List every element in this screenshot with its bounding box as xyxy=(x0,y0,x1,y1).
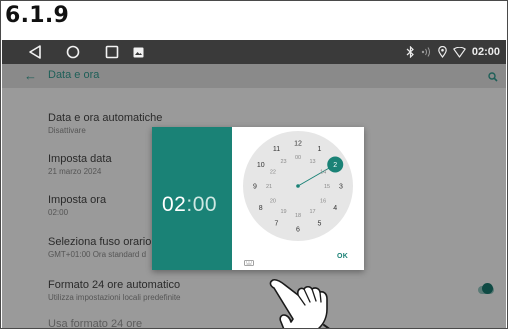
pointing-hand-icon xyxy=(269,278,330,328)
setting-summary: 21 marzo 2024 xyxy=(48,167,102,176)
bluetooth-icon xyxy=(406,46,415,58)
keyboard-icon[interactable] xyxy=(244,253,254,271)
auto-24h-toggle-knob[interactable] xyxy=(482,283,493,294)
hour-inner-20[interactable]: 20 xyxy=(270,198,276,204)
recents-square-icon[interactable] xyxy=(105,43,119,61)
setting-title: Seleziona fuso orario xyxy=(48,236,152,248)
device-screen: 02:00 ← Data e ora Data e ora automatich… xyxy=(2,40,506,328)
time-picker-dialog: 02:00 12 1 2 3 4 5 6 7 8 9 10 11 00 13 14 15 16 17 18 19 20 2… xyxy=(152,127,364,270)
setting-auto-date-time[interactable]: Data e ora automatiche Disattivare xyxy=(48,112,162,135)
hour-inner-21[interactable]: 21 xyxy=(266,184,272,190)
hour-inner-22[interactable]: 22 xyxy=(270,169,276,175)
search-icon[interactable] xyxy=(488,69,498,87)
hour-1[interactable]: 1 xyxy=(318,146,322,153)
location-icon xyxy=(438,46,447,58)
hour-inner-17[interactable]: 17 xyxy=(309,209,315,215)
hour-9[interactable]: 9 xyxy=(253,183,257,190)
setting-summary: 02:00 xyxy=(48,208,69,217)
back-triangle-icon[interactable] xyxy=(28,43,42,61)
hour-5[interactable]: 5 xyxy=(318,221,322,228)
setting-set-time[interactable]: Imposta ora 02:00 xyxy=(48,194,106,217)
arrow-left-icon[interactable]: ← xyxy=(24,68,37,83)
setting-summary: Disattivare xyxy=(48,126,86,135)
setting-title: Usa formato 24 ore xyxy=(48,318,143,328)
hour-12[interactable]: 12 xyxy=(294,140,302,147)
hour-10[interactable]: 10 xyxy=(257,162,265,169)
hour-inner-16[interactable]: 16 xyxy=(320,198,326,204)
clock-text: 02:00 xyxy=(471,46,500,58)
clock-center xyxy=(296,184,300,188)
toolbar-title: Data e ora xyxy=(48,69,100,81)
setting-use-24h-format[interactable]: Usa formato 24 ore xyxy=(48,318,142,328)
hour-inner-13[interactable]: 13 xyxy=(309,159,315,165)
status-bar: 02:00 xyxy=(406,44,500,60)
setting-summary: GMT+01:00 Ora standard d xyxy=(48,250,147,259)
setting-auto-24h-format[interactable]: Formato 24 ore automatico Utilizza impos… xyxy=(48,279,181,302)
hour-inner-00[interactable]: 00 xyxy=(295,155,301,161)
hour-inner-19[interactable]: 19 xyxy=(280,209,286,215)
time-display: 02:00 xyxy=(162,193,217,217)
hour-8[interactable]: 8 xyxy=(259,205,263,212)
setting-title: Formato 24 ore automatico xyxy=(48,279,181,291)
setting-title: Imposta data xyxy=(48,153,112,165)
hour-3[interactable]: 3 xyxy=(339,183,343,190)
hour-inner-23[interactable]: 23 xyxy=(280,159,286,165)
hour-inner-18[interactable]: 18 xyxy=(295,213,301,219)
hour-6[interactable]: 6 xyxy=(296,226,300,233)
hour-7[interactable]: 7 xyxy=(275,221,279,228)
gallery-icon[interactable] xyxy=(133,43,144,61)
home-circle-icon[interactable] xyxy=(66,43,80,61)
setting-time-zone[interactable]: Seleziona fuso orario GMT+01:00 Ora stan… xyxy=(48,236,151,259)
manual-figure: 6.1.9 02:00 ← Data e ora Data e ora auto… xyxy=(0,0,508,329)
ok-button[interactable]: OK xyxy=(337,253,348,260)
navigation-bar: 02:00 xyxy=(2,40,506,64)
hour-11[interactable]: 11 xyxy=(273,146,280,153)
hour-inner-14[interactable]: 14 xyxy=(320,169,326,175)
setting-summary: Utilizza impostazioni locali predefinite xyxy=(48,293,181,302)
minute-value[interactable]: 00 xyxy=(193,193,217,216)
time-header: 02:00 xyxy=(152,127,232,270)
hour-inner-15[interactable]: 15 xyxy=(324,184,330,190)
app-toolbar: ← Data e ora xyxy=(2,64,506,88)
signal-icon xyxy=(421,46,432,58)
clock-face[interactable]: 121234567891011001314151617181920212223 xyxy=(232,127,364,270)
hour-value[interactable]: 02 xyxy=(162,193,186,216)
setting-title: Imposta ora xyxy=(48,194,107,206)
hour-2[interactable]: 2 xyxy=(333,162,337,169)
section-number: 6.1.9 xyxy=(5,3,70,28)
hour-4[interactable]: 4 xyxy=(333,205,337,212)
setting-title: Data e ora automatiche xyxy=(48,112,163,124)
wifi-icon xyxy=(453,46,466,58)
setting-set-date[interactable]: Imposta data 21 marzo 2024 xyxy=(48,153,112,176)
clock-panel: 12 1 2 3 4 5 6 7 8 9 10 11 00 13 14 15 16 17 18 19 20 21 22 23 … xyxy=(232,127,364,270)
